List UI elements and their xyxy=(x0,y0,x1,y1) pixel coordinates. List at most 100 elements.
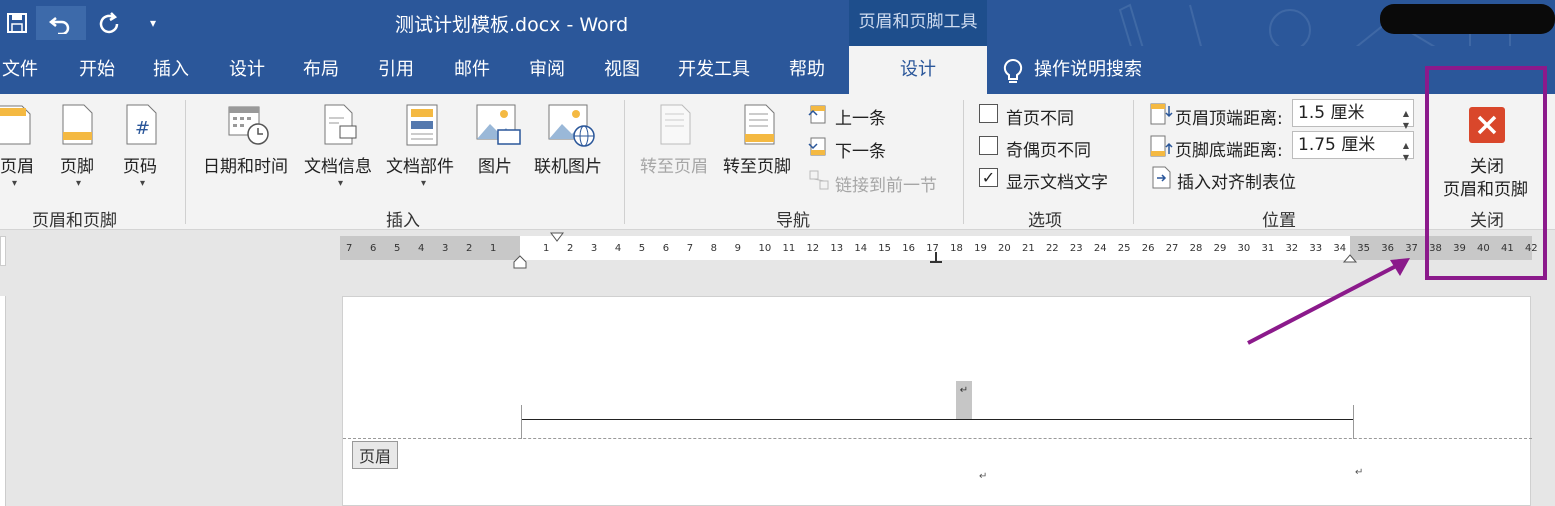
online-picture-icon xyxy=(548,104,595,147)
ruler-number: 20 xyxy=(998,243,1011,254)
ruler-number: 29 xyxy=(1213,243,1227,254)
group-separator xyxy=(185,100,186,224)
lightbulb-icon xyxy=(1002,58,1024,88)
header-left-crop-mark xyxy=(521,405,522,439)
link-to-previous-icon xyxy=(809,170,829,190)
date-time-button[interactable]: 日期和时间 xyxy=(203,152,288,177)
tab-review[interactable]: 审阅 xyxy=(520,46,574,94)
ruler-number: 14 xyxy=(854,243,868,254)
ruler-number: 6 xyxy=(370,243,377,254)
tab-help[interactable]: 帮助 xyxy=(780,46,834,94)
group-label-header-footer: 页眉和页脚 xyxy=(32,211,117,231)
ruler-number: 3 xyxy=(442,243,449,254)
tab-header-footer-design[interactable]: 设计 xyxy=(849,46,987,94)
ruler-number: 13 xyxy=(830,243,844,254)
ruler-number: 21 xyxy=(1022,243,1035,254)
ruler-number: 6 xyxy=(662,243,670,254)
footer-bottom-distance-icon xyxy=(1150,135,1173,157)
header-boundary-line xyxy=(343,438,1532,439)
footer-dropdown-arrow[interactable]: ▾ xyxy=(76,178,81,189)
ruler-corner[interactable] xyxy=(0,236,6,266)
group-separator xyxy=(963,100,964,224)
link-to-previous-button[interactable]: 链接到前一节 xyxy=(835,171,937,196)
title-bar: ▾ 测试计划模板.docx - Word 页眉和页脚工具 xyxy=(0,0,1555,81)
online-picture-button[interactable]: 联机图片 xyxy=(534,152,602,177)
ribbon: 页眉 ▾ 页脚 ▾ # 页码 ▾ 页眉和页脚 日期和时间 文档信息 ▾ 文档部件… xyxy=(0,94,1555,231)
footer-bottom-distance-input[interactable]: 1.75 厘米 ▲ ▼ xyxy=(1292,131,1414,162)
ruler-number: 1 xyxy=(543,243,550,254)
redo-icon[interactable] xyxy=(92,6,126,40)
ruler-number: 7 xyxy=(346,243,353,254)
tab-file[interactable]: 文件 xyxy=(0,46,40,94)
different-first-page-checkbox[interactable] xyxy=(979,104,998,123)
svg-text:#: # xyxy=(135,118,150,139)
body-paragraph-mark: ↵ xyxy=(979,471,988,482)
tab-view[interactable]: 视图 xyxy=(595,46,649,94)
ruler-number: 22 xyxy=(1045,243,1059,254)
first-line-indent-marker[interactable] xyxy=(550,232,564,244)
tell-me-search[interactable]: 操作说明搜索 xyxy=(1034,46,1150,94)
quick-parts-icon xyxy=(406,104,438,146)
tab-insert[interactable]: 插入 xyxy=(144,46,198,94)
tab-developer[interactable]: 开发工具 xyxy=(672,46,756,94)
ruler-number: 4 xyxy=(614,243,622,254)
header-dropdown-arrow[interactable]: ▾ xyxy=(12,178,17,189)
left-indent-marker[interactable] xyxy=(512,252,528,270)
different-odd-even-label: 奇偶页不同 xyxy=(1006,141,1091,161)
goto-footer-button[interactable]: 转至页脚 xyxy=(723,152,791,177)
document-info-button[interactable]: 文档信息 xyxy=(304,152,372,177)
ruler-number: 7 xyxy=(686,243,694,254)
show-document-text-label: 显示文档文字 xyxy=(1006,173,1108,193)
vertical-ruler[interactable] xyxy=(0,296,6,506)
page-number-dropdown-arrow[interactable]: ▾ xyxy=(140,178,145,189)
ruler-number: 16 xyxy=(902,243,915,254)
context-tab-group-label: 页眉和页脚工具 xyxy=(849,0,987,46)
footer-button[interactable]: 页脚 xyxy=(60,152,94,177)
header-right-crop-mark xyxy=(1353,405,1354,439)
group-label-insert: 插入 xyxy=(386,211,420,231)
header-bottom-border xyxy=(521,419,1353,420)
undo-icon[interactable] xyxy=(36,6,86,40)
header-top-distance-icon xyxy=(1150,103,1173,125)
date-time-icon xyxy=(228,106,269,145)
picture-icon xyxy=(476,104,521,145)
show-document-text-checkbox[interactable]: ✓ xyxy=(979,168,998,187)
header-paragraph-mark[interactable]: ↵ xyxy=(956,381,972,419)
spin-down-icon[interactable]: ▼ xyxy=(1403,145,1409,171)
tab-layout[interactable]: 布局 xyxy=(294,46,348,94)
document-info-dropdown-arrow[interactable]: ▾ xyxy=(338,178,343,189)
previous-button[interactable]: 上一条 xyxy=(835,104,886,129)
ruler-number: 4 xyxy=(418,243,425,254)
quick-parts-button[interactable]: 文档部件 xyxy=(386,152,454,177)
ruler-number: 28 xyxy=(1189,243,1203,254)
footer-bottom-distance-value: 1.75 厘米 xyxy=(1298,135,1376,155)
next-button[interactable]: 下一条 xyxy=(835,137,886,162)
tab-references[interactable]: 引用 xyxy=(369,46,423,94)
ruler-number: 15 xyxy=(878,243,892,254)
header-button[interactable]: 页眉 xyxy=(0,152,34,177)
save-icon[interactable] xyxy=(0,6,34,40)
group-label-position: 位置 xyxy=(1262,211,1296,231)
group-separator xyxy=(1133,100,1134,224)
tab-home[interactable]: 开始 xyxy=(70,46,124,94)
ruler-number: 10 xyxy=(758,243,772,254)
window-title: 测试计划模板.docx - Word xyxy=(395,14,629,36)
ruler-number: 12 xyxy=(806,243,820,254)
goto-footer-icon xyxy=(744,104,775,145)
header-tag: 页眉 xyxy=(352,441,399,469)
footer-bottom-distance-label: 页脚底端距离: xyxy=(1175,141,1283,161)
different-odd-even-checkbox[interactable] xyxy=(979,136,998,155)
picture-button[interactable]: 图片 xyxy=(478,152,512,177)
customize-qat-icon[interactable]: ▾ xyxy=(136,6,170,40)
tab-design[interactable]: 设计 xyxy=(220,46,274,94)
insert-alignment-tab-button[interactable]: 插入对齐制表位 xyxy=(1177,168,1296,193)
header-top-distance-input[interactable]: 1.5 厘米 ▲ ▼ xyxy=(1292,99,1414,130)
body-paragraph-mark-right: ↵ xyxy=(1355,467,1364,478)
ruler-number: 25 xyxy=(1117,243,1131,254)
ribbon-tabs: 文件 开始 插入 设计 布局 引用 邮件 审阅 视图 开发工具 帮助 设计 操作… xyxy=(0,46,1555,94)
page-number-button[interactable]: 页码 xyxy=(123,152,157,177)
goto-header-button[interactable]: 转至页眉 xyxy=(640,152,708,177)
ruler-number: 23 xyxy=(1069,243,1083,254)
quick-parts-dropdown-arrow[interactable]: ▾ xyxy=(421,178,426,189)
tab-mailings[interactable]: 邮件 xyxy=(445,46,499,94)
